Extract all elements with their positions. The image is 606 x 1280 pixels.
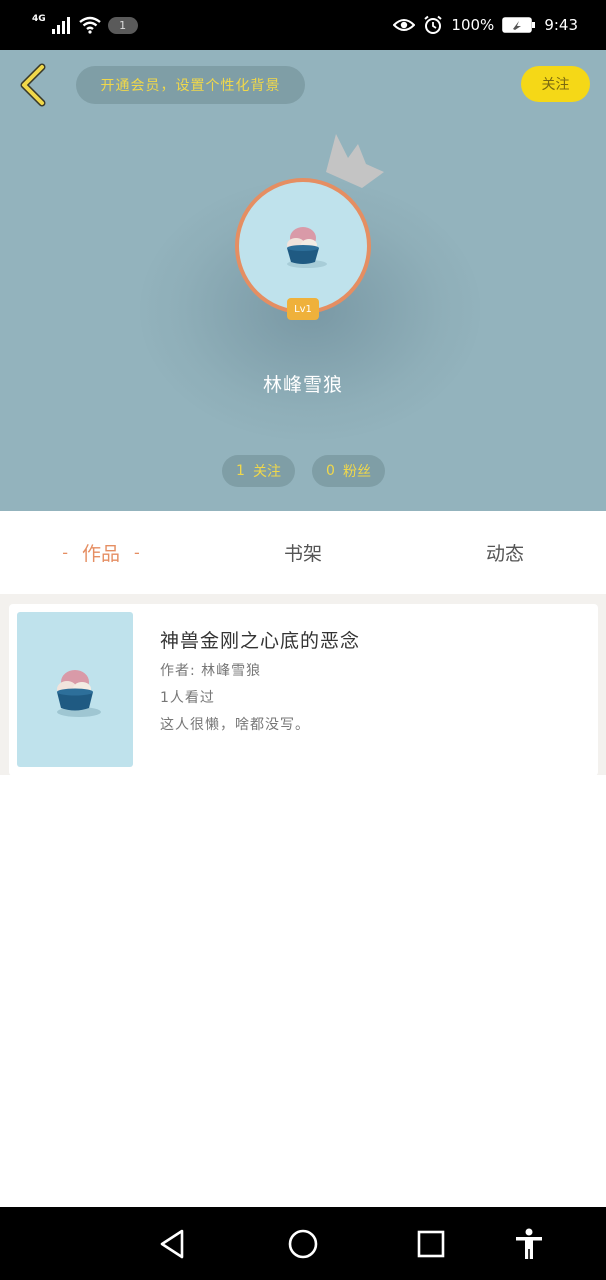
tab-label: 作品 [81, 543, 120, 565]
cover-image [57, 670, 101, 717]
book-views: 1人看过 [160, 690, 215, 706]
status-right: 100% 9:43 [393, 12, 578, 38]
eye-icon [393, 19, 416, 31]
tab-indicator-left: - [62, 543, 68, 562]
chevron-left-icon [20, 63, 46, 107]
recents-square-icon[interactable] [414, 1227, 448, 1261]
avatar[interactable] [235, 178, 371, 314]
follow-button[interactable]: 关注 [521, 66, 590, 102]
book-cover [17, 612, 133, 767]
fans-count: 0 [326, 463, 335, 479]
fans-label: 粉丝 [342, 464, 371, 480]
wifi-icon [78, 16, 101, 34]
status-left: 4G 1 [32, 12, 138, 38]
signal-icon [51, 17, 70, 34]
level-badge: Lv1 [287, 298, 319, 320]
back-button[interactable] [14, 62, 54, 108]
system-nav-bar [0, 1207, 606, 1280]
tab-works[interactable]: - 作品 - [0, 511, 202, 594]
vip-background-prompt[interactable]: 开通会员，设置个性化背景 [76, 66, 305, 104]
back-triangle-icon[interactable] [156, 1227, 190, 1261]
tab-indicator-right: - [134, 543, 140, 562]
battery-percent: 100% [451, 16, 495, 34]
book-description: 这人很懒，啥都没写。 [160, 717, 310, 733]
tab-bookshelf[interactable]: 书架 [202, 511, 404, 594]
book-title: 神兽金刚之心底的恶念 [160, 630, 361, 652]
status-bar: 4G 1 100% 9:43 [0, 0, 606, 50]
home-circle-icon[interactable] [286, 1227, 320, 1261]
following-label: 关注 [252, 464, 281, 480]
clock: 9:43 [544, 16, 578, 34]
following-stat[interactable]: 1 关注 [222, 455, 295, 487]
avatar-image [287, 227, 327, 268]
profile-header: 开通会员，设置个性化背景 关注 Lv1 林峰雪狼 1 关注 0 粉丝 [0, 50, 606, 511]
following-count: 1 [236, 463, 245, 479]
alarm-icon [424, 15, 443, 34]
tab-label: 书架 [283, 543, 322, 565]
network-type: 4G [32, 14, 46, 24]
list-item[interactable]: 神兽金刚之心底的恶念 作者: 林峰雪狼 1人看过 这人很懒，啥都没写。 [9, 604, 598, 776]
battery-icon [502, 17, 536, 33]
notification-badge: 1 [107, 16, 138, 34]
accessibility-icon[interactable] [512, 1227, 546, 1261]
profile-tabs: - 作品 - 书架 动态 [0, 511, 606, 594]
fans-stat[interactable]: 0 粉丝 [312, 455, 385, 487]
username: 林峰雪狼 [262, 374, 343, 396]
book-author: 作者: 林峰雪狼 [160, 663, 262, 679]
tab-label: 动态 [485, 543, 524, 565]
tab-activity[interactable]: 动态 [404, 511, 606, 594]
